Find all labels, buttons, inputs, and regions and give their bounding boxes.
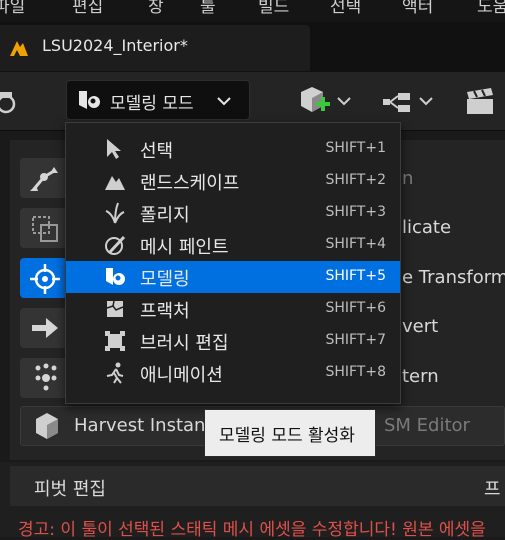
menu-bar: 파일 편집 창 툴 빌드 선택 액터 도움 <box>0 0 505 22</box>
tool-row-text-4: vert <box>402 316 439 337</box>
tab-title: LSU2024_Interior* <box>42 36 188 55</box>
menu-file[interactable]: 파일 <box>0 0 25 17</box>
menu-select[interactable]: 선택 <box>330 0 361 17</box>
pattern-tool-icon <box>35 363 57 391</box>
chevron-down-icon <box>217 97 231 106</box>
foliage-icon <box>105 202 125 224</box>
select-cursor-icon <box>107 139 121 159</box>
menu-item-select[interactable]: 선택 SHIFT+1 <box>66 133 400 165</box>
pivot-tool-icon <box>30 264 60 294</box>
duplicate-tool-icon <box>32 216 58 242</box>
tool-row-text-1: n <box>402 168 414 189</box>
modeling-icon <box>106 268 125 285</box>
menu-item-mesh-paint[interactable]: 메시 페인트 SHIFT+4 <box>66 229 400 261</box>
harvest-instances-icon <box>36 413 58 439</box>
right-label: 프 <box>484 479 501 500</box>
menu-item-fracture[interactable]: 프랙처 SHIFT+6 <box>66 293 400 325</box>
animation-icon <box>106 362 124 384</box>
fracture-icon <box>106 300 124 317</box>
modeling-mode-icon <box>79 91 100 109</box>
add-actor-icon[interactable] <box>298 86 332 116</box>
menu-tools[interactable]: 툴 <box>200 0 216 17</box>
menu-item-foliage[interactable]: 폴리지 SHIFT+3 <box>66 197 400 229</box>
blueprint-icon[interactable] <box>382 90 418 114</box>
menu-item-brush-edit[interactable]: 브러시 편집 SHIFT+7 <box>66 325 400 357</box>
tool-row-text-6: SM Editor <box>384 415 470 436</box>
menu-edit[interactable]: 편집 <box>72 0 103 17</box>
brush-edit-icon <box>105 331 125 351</box>
menu-build[interactable]: 빌드 <box>258 0 289 17</box>
transform-tool-icon <box>30 167 58 191</box>
tooltip-text: 모델링 모드 활성화 <box>219 426 355 446</box>
warning-text: 경고: 이 툴이 선택된 스태틱 메시 에셋을 수정합니다! 원본 에셋을 <box>18 520 486 540</box>
tool-row-harvest-label: Harvest Instan <box>74 415 206 436</box>
tool-row-text-2: licate <box>402 217 452 238</box>
mode-select-label: 모델링 모드 <box>110 94 194 114</box>
tool-row-text-5: tern <box>402 366 439 387</box>
unreal-level-icon <box>10 41 28 56</box>
camera-icon[interactable] <box>0 88 20 116</box>
cinematics-icon[interactable] <box>464 87 498 117</box>
menu-help[interactable]: 도움 <box>477 0 505 17</box>
arrow-right-icon <box>32 318 58 338</box>
landscape-icon <box>105 176 125 190</box>
chevron-down-icon[interactable] <box>336 95 352 107</box>
menu-window[interactable]: 창 <box>148 0 164 17</box>
tool-row-text-3: e Transform <box>402 267 505 288</box>
menu-item-landscape[interactable]: 랜드스케이프 SHIFT+2 <box>66 165 400 197</box>
chevron-down-icon[interactable] <box>418 95 434 107</box>
menu-item-animation[interactable]: 애니메이션 SHIFT+8 <box>66 357 400 389</box>
mesh-paint-icon <box>105 235 126 255</box>
pivot-edit-title: 피벗 편집 <box>34 479 106 500</box>
menu-item-modeling[interactable]: 모델링 SHIFT+5 <box>66 261 400 293</box>
menu-actor[interactable]: 액터 <box>402 0 433 17</box>
